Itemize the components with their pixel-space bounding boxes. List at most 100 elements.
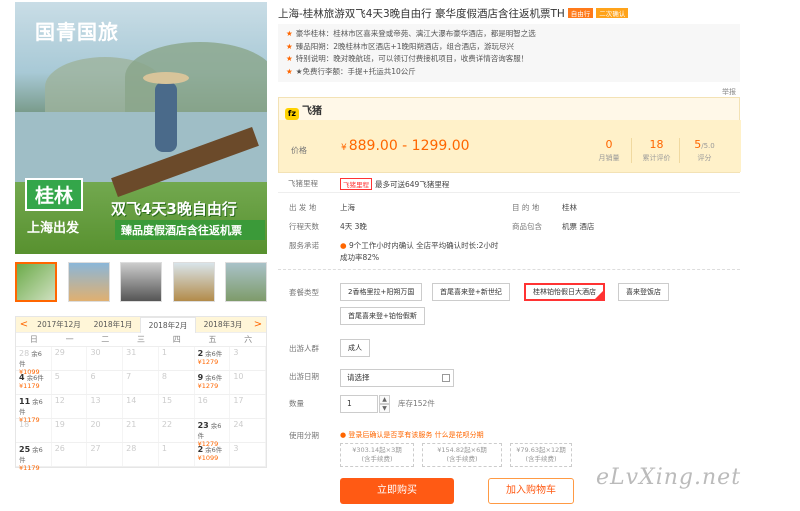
calendar-month-tab[interactable]: 2018年1月 <box>86 317 140 333</box>
calendar-day-number: 5 <box>54 372 60 381</box>
add-to-cart-button[interactable]: 加入购物车 <box>488 478 574 504</box>
calendar-day-price: ¥1099 <box>197 454 219 462</box>
calendar-day-number: 23 <box>197 421 209 430</box>
date-label: 出游日期 <box>289 372 319 381</box>
installment-label: 使用分期 <box>289 431 319 440</box>
calendar-day-number: 21 <box>126 420 137 429</box>
calendar-day: 1 <box>159 347 195 370</box>
calendar-day-number: 4 <box>19 373 25 382</box>
package-option[interactable]: 首尾喜来登+新世纪 <box>432 283 510 301</box>
product-title-text: 上海-桂林旅游双飞4天3晚自由行 豪华度假酒店含往返机票TH <box>278 8 565 20</box>
calendar-day: 29 <box>52 347 88 370</box>
weekday-label: 二 <box>101 335 110 344</box>
calendar-day[interactable]: 2 余6件 ¥1099 <box>195 443 231 466</box>
qty-label: 数量 <box>289 399 304 408</box>
brand-logo-text: 国青国旅 <box>35 20 119 44</box>
calendar-day: 3 <box>230 347 267 370</box>
main-product-image[interactable]: 国青国旅 桂林 上海出发 双飞4天3晚自由行 臻品度假酒店含往返机票 <box>15 2 267 254</box>
calendar-day-stock: 余6件 <box>205 374 223 382</box>
depart-label: 出 发 地 <box>289 203 317 212</box>
calendar-day[interactable]: 25 余6件 ¥1179 <box>16 443 52 472</box>
calendar-day-number: 26 <box>54 444 65 453</box>
days-value: 4天 3晚 <box>340 222 367 231</box>
calendar-day-price: ¥1179 <box>19 382 40 390</box>
product-title: 上海-桂林旅游双飞4天3晚自由行 豪华度假酒店含往返机票TH 自由行 二次确认 <box>278 6 629 21</box>
installment-plan[interactable]: ¥303.14起×3期 (含手续费) <box>340 443 414 467</box>
calendar-month-tab[interactable]: 2018年3月 <box>196 317 250 333</box>
calendar-day-number: 17 <box>233 396 244 405</box>
installment-plan[interactable]: ¥79.63起×12期 (含手续费) <box>510 443 572 467</box>
calendar-day: 24 <box>230 419 267 442</box>
calendar-day-stock: 余6件 <box>26 374 44 382</box>
package-option[interactable]: 喜来登饭店 <box>618 283 669 301</box>
stat-rating: 5/5.0 评分 <box>679 138 729 163</box>
date-picker[interactable]: 请选择 <box>340 369 454 387</box>
calendar-day: 13 <box>87 395 124 418</box>
service-rate: 成功率82% <box>340 253 380 262</box>
thumbnail[interactable] <box>225 262 267 302</box>
calendar-day: 5 <box>52 371 88 394</box>
installment-plan[interactable]: ¥154.82起×6期 (含手续费) <box>422 443 502 467</box>
calendar-day-number: 16 <box>197 396 208 405</box>
calendar-day-number: 27 <box>90 444 101 453</box>
calendar-day: 31 <box>123 347 159 370</box>
chevron-right-icon[interactable]: > <box>250 319 266 330</box>
calendar-day-number: 18 <box>19 420 30 429</box>
package-option[interactable]: 2香格里拉+阳朔万国 <box>340 283 423 301</box>
calendar-day: 3 <box>230 443 267 466</box>
highlight-item: ★ 臻品阳朔：2晚桂林市区酒店+1晚阳朔酒店，组合酒店，游玩尽兴 <box>286 41 515 51</box>
calendar-day-number: 3 <box>233 348 239 357</box>
weekday-label: 五 <box>208 335 217 344</box>
package-option-selected[interactable]: 桂林铂怡假日大酒店 <box>524 283 605 301</box>
decrease-button[interactable]: ▼ <box>379 404 390 413</box>
includes-value: 机票 酒店 <box>562 222 595 231</box>
calendar-day: 15 <box>159 395 195 418</box>
calendar-day: 8 <box>159 371 195 394</box>
dest-value: 桂林 <box>562 203 577 212</box>
chevron-left-icon[interactable]: < <box>16 319 32 330</box>
calendar-month-tab-selected[interactable]: 2018年2月 <box>140 316 196 333</box>
calendar-day-number: 8 <box>161 372 167 381</box>
highlight-item: ★ 豪华桂林：桂林市区喜来登或帝苑、漓江大瀑布豪华酒店，都是明智之选 <box>286 29 536 38</box>
calendar-day[interactable]: 23 余6件 ¥1279 <box>195 419 231 448</box>
weekday-label: 日 <box>29 335 38 344</box>
calendar-day-number: 1 <box>161 444 167 453</box>
package-option[interactable]: 首尾喜来登+铂怡假斯 <box>340 307 425 325</box>
thumbnail[interactable] <box>172 262 215 302</box>
calendar-day[interactable]: 9 余6件 ¥1279 <box>195 371 231 394</box>
calendar-day: 17 <box>230 395 267 418</box>
calendar-day-number: 31 <box>126 348 137 357</box>
thumbnail[interactable] <box>120 262 162 302</box>
calendar-grid: 28 余6件 ¥1099 29 30 31 1 2 余6件 ¥1279 3 4 余6件 ¥1179 5 6 7 8… <box>16 347 267 472</box>
thumbnail[interactable] <box>15 262 57 302</box>
report-link[interactable]: 举报 <box>722 87 736 97</box>
calendar-day-number: 20 <box>90 420 101 429</box>
calendar-day-number: 6 <box>90 372 96 381</box>
thumbnail[interactable] <box>67 262 110 302</box>
calendar-day-stock: 余6件 <box>205 446 223 454</box>
installment-help-link[interactable]: 什么是花呗分期 <box>435 431 484 439</box>
quantity-input[interactable]: 1 <box>340 395 378 413</box>
calendar-month-tab[interactable]: 2017年12月 <box>32 317 86 333</box>
straw-hat <box>143 72 189 84</box>
calendar-day: 27 <box>87 443 124 466</box>
calendar-day[interactable]: 11 余6件 ¥1179 <box>16 395 52 424</box>
calendar-day[interactable]: 4 余6件 ¥1179 <box>16 371 52 394</box>
buy-now-button[interactable]: 立即购买 <box>340 478 454 504</box>
calendar-day-price: ¥1279 <box>197 358 219 366</box>
divider <box>278 269 740 270</box>
calendar-day[interactable]: 2 余6件 ¥1279 <box>195 347 231 370</box>
calendar-day-number: 19 <box>54 420 65 429</box>
group-option[interactable]: 成人 <box>340 339 370 357</box>
calendar-day-number: 24 <box>233 420 244 429</box>
calendar-icon <box>442 374 450 382</box>
calendar-day[interactable]: 28 余6件 ¥1099 <box>16 347 52 376</box>
calendar-day-price: ¥1179 <box>19 464 40 472</box>
service-label: 服务承诺 <box>289 241 319 250</box>
calendar-day-number: 30 <box>90 348 101 357</box>
headline-label: 双飞4天3晚自由行 <box>111 200 237 218</box>
weekday-label: 六 <box>244 335 253 344</box>
calendar-week-row: 25 余6件 ¥1179 26 27 28 1 2 余6件 ¥1099 3 <box>16 443 267 472</box>
increase-button[interactable]: ▲ <box>379 395 390 404</box>
calendar-day: 20 <box>87 419 124 442</box>
